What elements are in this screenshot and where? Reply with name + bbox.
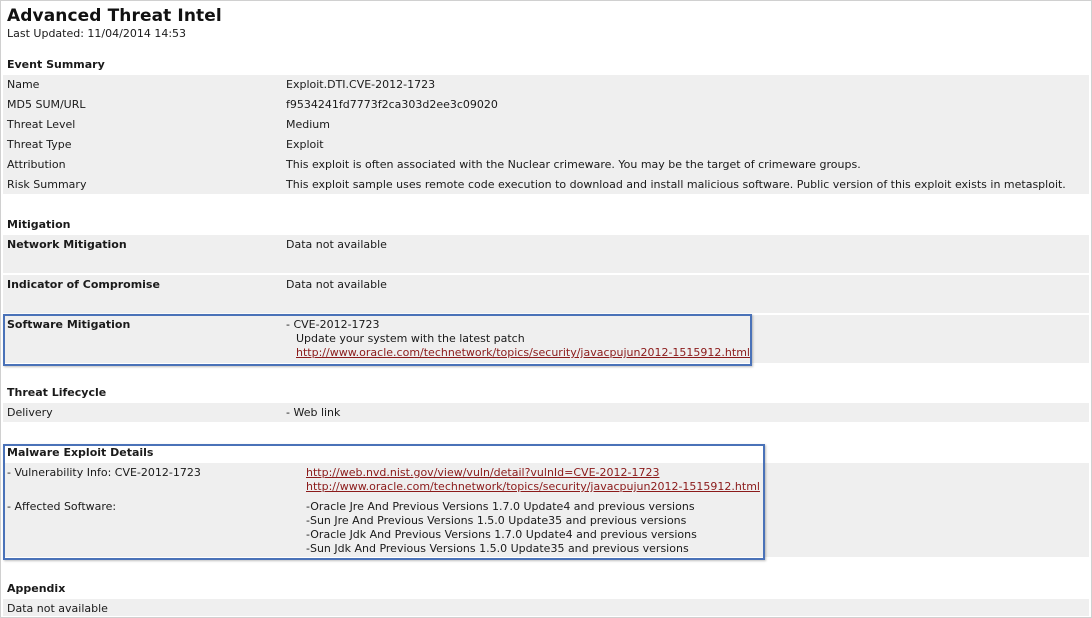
- section-heading-threat-lifecycle: Threat Lifecycle: [7, 386, 107, 399]
- last-updated: Last Updated: 11/04/2014 14:53: [7, 27, 187, 40]
- row-label-md5: MD5 SUM/URL: [7, 98, 86, 111]
- affected-software-item: -Sun Jdk And Previous Versions 1.5.0 Upd…: [306, 542, 689, 555]
- ioc-row: Indicator of Compromise Data not availab…: [3, 275, 1089, 313]
- row-value-attribution: This exploit is often associated with th…: [286, 158, 861, 171]
- oracle-advisory-link[interactable]: http://www.oracle.com/technetwork/topics…: [306, 480, 760, 493]
- row-label-threat-type: Threat Type: [7, 138, 72, 151]
- row-label-name: Name: [7, 78, 40, 91]
- network-mitigation-row: Network Mitigation Data not available: [3, 235, 1089, 273]
- software-mitigation-label: Software Mitigation: [7, 318, 131, 331]
- appendix-row: Data not available: [3, 599, 1089, 616]
- section-heading-event-summary: Event Summary: [7, 58, 105, 71]
- affected-software-item: -Oracle Jre And Previous Versions 1.7.0 …: [306, 500, 695, 513]
- delivery-label: Delivery: [7, 406, 53, 419]
- software-mitigation-row: Software Mitigation - CVE-2012-1723 Upda…: [3, 315, 1089, 363]
- ioc-value: Data not available: [286, 278, 387, 291]
- event-summary-table: Name Exploit.DTI.CVE-2012-1723 MD5 SUM/U…: [3, 75, 1089, 194]
- affected-software-item: -Oracle Jdk And Previous Versions 1.7.0 …: [306, 528, 697, 541]
- ioc-label: Indicator of Compromise: [7, 278, 160, 291]
- affected-software-item: -Sun Jre And Previous Versions 1.5.0 Upd…: [306, 514, 687, 527]
- section-heading-appendix: Appendix: [7, 582, 66, 595]
- malware-exploit-table: - Vulnerability Info: CVE-2012-1723 http…: [3, 463, 1089, 557]
- section-heading-mitigation: Mitigation: [7, 218, 71, 231]
- appendix-value: Data not available: [7, 602, 108, 615]
- software-mitigation-cve: - CVE-2012-1723: [286, 318, 380, 331]
- row-value-name: Exploit.DTI.CVE-2012-1723: [286, 78, 436, 91]
- network-mitigation-label: Network Mitigation: [7, 238, 127, 251]
- nvd-link[interactable]: http://web.nvd.nist.gov/view/vuln/detail…: [306, 466, 659, 479]
- page-title: Advanced Threat Intel: [7, 6, 222, 26]
- row-value-threat-level: Medium: [286, 118, 330, 131]
- network-mitigation-value: Data not available: [286, 238, 387, 251]
- section-heading-malware-exploit: Malware Exploit Details: [7, 446, 154, 459]
- delivery-value: - Web link: [286, 406, 341, 419]
- vulnerability-info-label: - Vulnerability Info: CVE-2012-1723: [7, 466, 201, 479]
- software-mitigation-advice: Update your system with the latest patch: [296, 332, 525, 345]
- row-label-threat-level: Threat Level: [7, 118, 76, 131]
- delivery-row: Delivery - Web link: [3, 403, 1089, 422]
- row-label-attribution: Attribution: [7, 158, 66, 171]
- row-value-risk-summary: This exploit sample uses remote code exe…: [286, 178, 1066, 191]
- row-label-risk-summary: Risk Summary: [7, 178, 87, 191]
- software-mitigation-patch-link[interactable]: http://www.oracle.com/technetwork/topics…: [296, 346, 750, 359]
- row-value-threat-type: Exploit: [286, 138, 324, 151]
- row-value-md5: f9534241fd7773f2ca303d2ee3c09020: [286, 98, 498, 111]
- affected-software-label: - Affected Software:: [7, 500, 117, 513]
